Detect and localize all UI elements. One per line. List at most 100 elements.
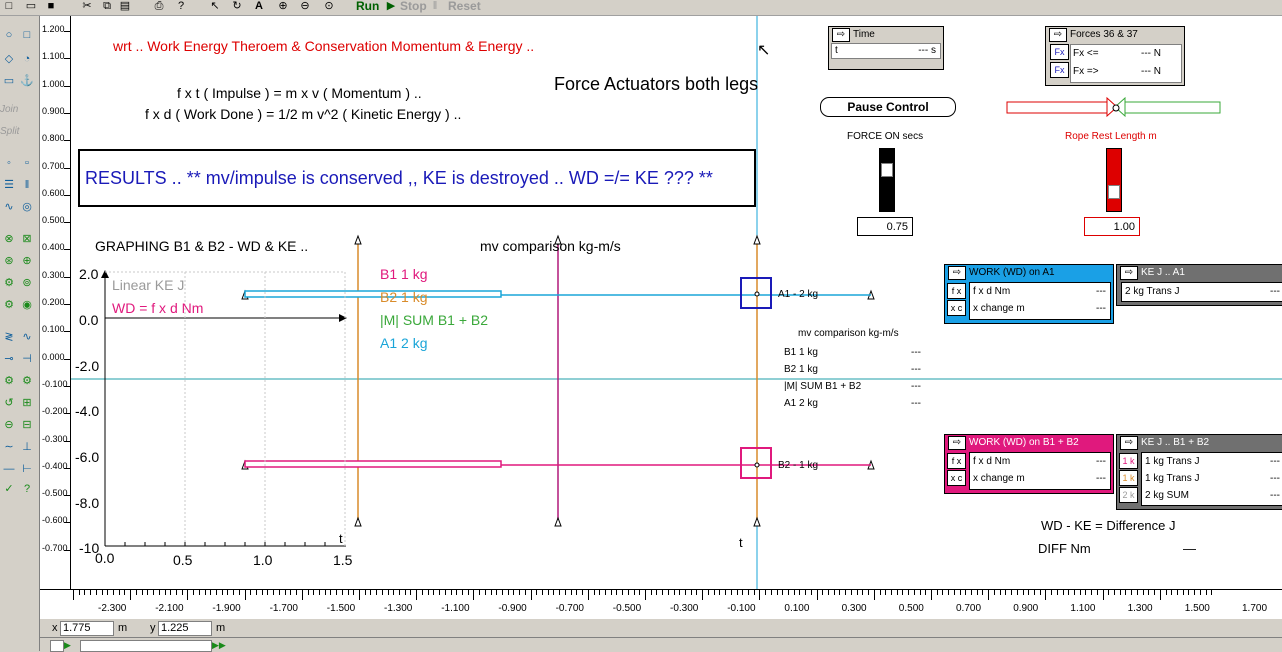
rigid-joint-icon[interactable]: ⊠: [20, 232, 34, 246]
anchor-top-1[interactable]: [354, 234, 362, 245]
playback-slider[interactable]: [80, 640, 212, 652]
rail-tool-icon[interactable]: ‖: [20, 178, 34, 192]
anchor-bottom-2[interactable]: [554, 516, 562, 527]
cross-icon[interactable]: ⊥: [20, 440, 34, 454]
legend-wd: WD = f x d Nm: [112, 300, 204, 316]
split-button[interactable]: Split: [0, 126, 19, 137]
ruler-x-tick-mark: [107, 590, 109, 595]
y-coord-label: y: [150, 622, 156, 634]
zoom-out-icon[interactable]: ⊖: [298, 0, 312, 13]
curve-tool-icon[interactable]: ◔: [20, 52, 34, 66]
rope-icon[interactable]: ⊸: [2, 352, 16, 366]
simulation-canvas[interactable]: wrt .. Work Energy Theroem & Conservatio…: [71, 16, 1282, 589]
square-point-icon[interactable]: ▫: [20, 156, 34, 170]
ruler-x-tick-mark: [341, 590, 343, 595]
force-icon[interactable]: ⚙: [2, 374, 16, 388]
copy-icon[interactable]: ⧉: [100, 0, 114, 13]
ke-b1-button[interactable]: 1 k: [1119, 453, 1138, 469]
cut-icon[interactable]: ✂: [80, 0, 94, 13]
help-icon[interactable]: ?: [174, 0, 188, 13]
curve-slot-icon[interactable]: ∿: [2, 200, 16, 214]
stop-button[interactable]: Stop: [400, 0, 427, 14]
arrow-right-icon[interactable]: ⇨: [832, 28, 850, 42]
rotate-icon[interactable]: ↻: [230, 0, 244, 13]
fx-button[interactable]: Fx: [1050, 44, 1069, 60]
anchor-bottom-3[interactable]: [753, 516, 761, 527]
ke-b2-button[interactable]: 1 k: [1119, 470, 1138, 486]
ke-b-header: ⇨ KE J .. B1 + B2: [1117, 435, 1282, 450]
save-icon[interactable]: ■: [44, 0, 58, 13]
separator-icon[interactable]: ⊣: [20, 352, 34, 366]
target-icon[interactable]: ◎: [20, 200, 34, 214]
dash-icon[interactable]: ⊢: [20, 462, 34, 476]
wd-b-row: x change m ---: [970, 470, 1110, 487]
point-tool-icon[interactable]: ◦: [2, 156, 16, 170]
rope-rest-input[interactable]: 1.00: [1084, 217, 1140, 236]
anchor-icon[interactable]: ⚓: [20, 74, 34, 88]
arrow-right-icon[interactable]: ⇨: [948, 266, 966, 280]
force-on-slider[interactable]: [879, 148, 895, 212]
damper-icon[interactable]: ∿: [20, 330, 34, 344]
play-icon[interactable]: ▶: [64, 640, 71, 651]
ruler-x-tick: 0.700: [956, 603, 982, 614]
force-label: Fx <=: [1073, 48, 1099, 59]
wheel-icon[interactable]: ⊚: [20, 276, 34, 290]
rotary-motor-icon[interactable]: ⊖: [2, 418, 16, 432]
wave-icon[interactable]: ∼: [2, 440, 16, 454]
ke-sum-button[interactable]: 2 k: [1119, 487, 1138, 503]
script-icon[interactable]: ✓: [2, 482, 16, 496]
circle-tool-icon[interactable]: ○: [2, 28, 16, 42]
sprocket-icon[interactable]: ⚙: [2, 298, 16, 312]
join-button[interactable]: Join: [0, 104, 18, 115]
polygon-tool-icon[interactable]: ◇: [2, 52, 16, 66]
motor-icon[interactable]: ⊛: [2, 254, 16, 268]
arrow-right-icon[interactable]: ⇨: [1049, 28, 1067, 42]
rect-tool-icon[interactable]: ▭: [2, 74, 16, 88]
spring-icon[interactable]: ≷: [2, 330, 16, 344]
force-on-slider-thumb[interactable]: [881, 163, 893, 177]
force-on-input[interactable]: 0.75: [857, 217, 913, 236]
linear-actuator-icon[interactable]: ⊞: [20, 396, 34, 410]
arrow-right-icon[interactable]: ⇨: [948, 436, 966, 450]
pin-joint-icon[interactable]: ⊗: [2, 232, 16, 246]
query-icon[interactable]: ?: [20, 482, 34, 496]
rope-rest-slider[interactable]: [1106, 148, 1122, 212]
open-folder-icon[interactable]: ▭: [24, 0, 38, 13]
fx-button[interactable]: Fx: [1050, 62, 1069, 78]
pointer-icon[interactable]: ↖: [208, 0, 222, 13]
print-icon[interactable]: ⎙: [152, 0, 166, 13]
rotation-icon[interactable]: ↺: [2, 396, 16, 410]
wd-a1-header: ⇨ WORK (WD) on A1: [945, 265, 1113, 280]
fx-button[interactable]: f x: [947, 283, 966, 299]
paste-icon[interactable]: ▤: [118, 0, 132, 13]
pulley-icon[interactable]: ◉: [20, 298, 34, 312]
fx-button[interactable]: f x: [947, 453, 966, 469]
run-button[interactable]: Run: [356, 0, 379, 14]
ruler-y-tick: 0.600: [42, 187, 65, 198]
bar-icon[interactable]: ⊟: [20, 418, 34, 432]
square-tool-icon[interactable]: □: [20, 28, 34, 42]
a1-slider-body[interactable]: [244, 290, 502, 298]
fast-forward-icon[interactable]: ▶▶: [212, 640, 226, 651]
text-tool-icon[interactable]: A: [252, 0, 266, 13]
gear-icon[interactable]: ⚙: [2, 276, 16, 290]
anchor-top-3[interactable]: [753, 234, 761, 245]
arrow-right-icon[interactable]: ⇨: [1120, 266, 1138, 280]
new-file-icon[interactable]: □: [2, 0, 16, 13]
xc-button[interactable]: x c: [947, 300, 966, 316]
b-slider-body[interactable]: [244, 460, 502, 468]
slot-tool-icon[interactable]: ☰: [2, 178, 16, 192]
anchor-bottom-1[interactable]: [354, 516, 362, 527]
zoom-in-icon[interactable]: ⊕: [276, 0, 290, 13]
arrow-right-icon[interactable]: ⇨: [1120, 436, 1138, 450]
zoom-fit-icon[interactable]: ⊙: [322, 0, 336, 13]
playback-start-button[interactable]: [50, 640, 64, 652]
rope-rest-slider-thumb[interactable]: [1108, 185, 1120, 199]
reset-button[interactable]: Reset: [448, 0, 481, 14]
pause-control-button[interactable]: Pause Control: [820, 97, 956, 117]
torque-icon[interactable]: ⚙: [20, 374, 34, 388]
b-center-point: [754, 462, 760, 468]
actuator-icon[interactable]: ⊕: [20, 254, 34, 268]
xc-button[interactable]: x c: [947, 470, 966, 486]
line-icon[interactable]: —: [2, 462, 16, 476]
